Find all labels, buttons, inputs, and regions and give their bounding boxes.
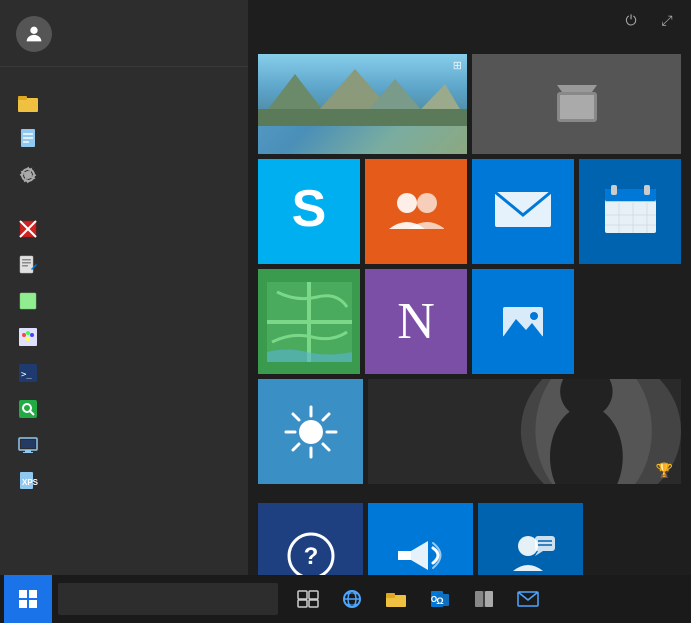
avatar	[16, 16, 52, 52]
snipping-icon	[16, 217, 40, 241]
svg-text:>_: >_	[21, 370, 32, 380]
taskbar-icons: Ω O	[288, 575, 548, 623]
store-taskbar-icon[interactable]	[464, 575, 504, 623]
paint-icon	[16, 325, 40, 349]
sidebar-item-kurznotizen[interactable]	[0, 283, 248, 319]
sidebar-item-paint[interactable]	[0, 319, 248, 355]
sidebar-item-settings[interactable]	[0, 157, 248, 193]
tile-insider-hub[interactable]	[368, 503, 473, 575]
dokumente-icon	[16, 127, 40, 151]
outlook-icon[interactable]: Ω O	[420, 575, 460, 623]
search-input[interactable]	[58, 583, 278, 615]
taskbar: Ω O	[0, 575, 691, 623]
sidebar-item-remotedesktop[interactable]	[0, 427, 248, 463]
tile-skype[interactable]: S	[258, 159, 360, 264]
sidebar-item-powershell[interactable]: >_	[0, 355, 248, 391]
orte-section-label	[0, 67, 248, 85]
sidebar-item-snipping[interactable]	[0, 211, 248, 247]
top-controls: ⏻ ⤢	[249, 0, 691, 40]
tile-onenote[interactable]: N	[365, 269, 467, 374]
gear-icon	[16, 163, 40, 187]
user-header[interactable]	[0, 0, 248, 67]
sidebar-item-explorer[interactable]	[0, 85, 248, 121]
mail-taskbar-icon[interactable]	[508, 575, 548, 623]
left-panel: >_	[0, 0, 248, 575]
xps-icon: XPS	[16, 469, 40, 493]
meistverwendet-label	[0, 193, 248, 211]
editor-icon	[16, 253, 40, 277]
tile-sport[interactable]: 🏆	[368, 379, 681, 484]
tile-windows-feedb[interactable]	[478, 503, 583, 575]
svg-text:Ω: Ω	[436, 596, 443, 606]
tile-erste-schritte[interactable]: ?	[258, 503, 363, 575]
tile-wetter[interactable]	[258, 379, 363, 484]
svg-text:O: O	[431, 595, 437, 604]
file-explorer-icon[interactable]	[376, 575, 416, 623]
tile-fotos[interactable]	[472, 269, 574, 374]
folder-icon	[16, 91, 40, 115]
sidebar-item-lookeen[interactable]	[0, 391, 248, 427]
svg-text:XPS: XPS	[22, 478, 38, 487]
resize-button[interactable]: ⤢	[651, 4, 683, 36]
right-panel: ⏻ ⤢	[248, 0, 691, 575]
lookeen-icon	[16, 397, 40, 421]
tile-store[interactable]	[472, 54, 681, 154]
sidebar-item-dokumente[interactable]	[0, 121, 248, 157]
tile-nachrichten[interactable]: ⊞	[258, 54, 467, 154]
start-menu: >_	[0, 0, 691, 575]
sidebar-item-editor[interactable]	[0, 247, 248, 283]
ie-icon[interactable]	[332, 575, 372, 623]
alle-apps-button[interactable]	[0, 553, 248, 575]
task-view-icon[interactable]	[288, 575, 328, 623]
trophy-icon: 🏆	[656, 462, 673, 479]
tile-kontakte[interactable]	[365, 159, 467, 264]
tile-mail[interactable]	[472, 159, 574, 264]
svg-text:?: ?	[303, 543, 318, 570]
power-button[interactable]: ⏻	[615, 4, 647, 36]
tile-karten[interactable]	[258, 269, 360, 374]
start-button[interactable]	[4, 575, 52, 623]
tile-kalender[interactable]	[579, 159, 681, 264]
explore-section-title	[258, 489, 681, 503]
kurznotizen-icon	[16, 289, 40, 313]
powershell-icon: >_	[16, 361, 40, 385]
sidebar-item-xpsviewer[interactable]: XPS	[0, 463, 248, 499]
remote-icon	[16, 433, 40, 457]
